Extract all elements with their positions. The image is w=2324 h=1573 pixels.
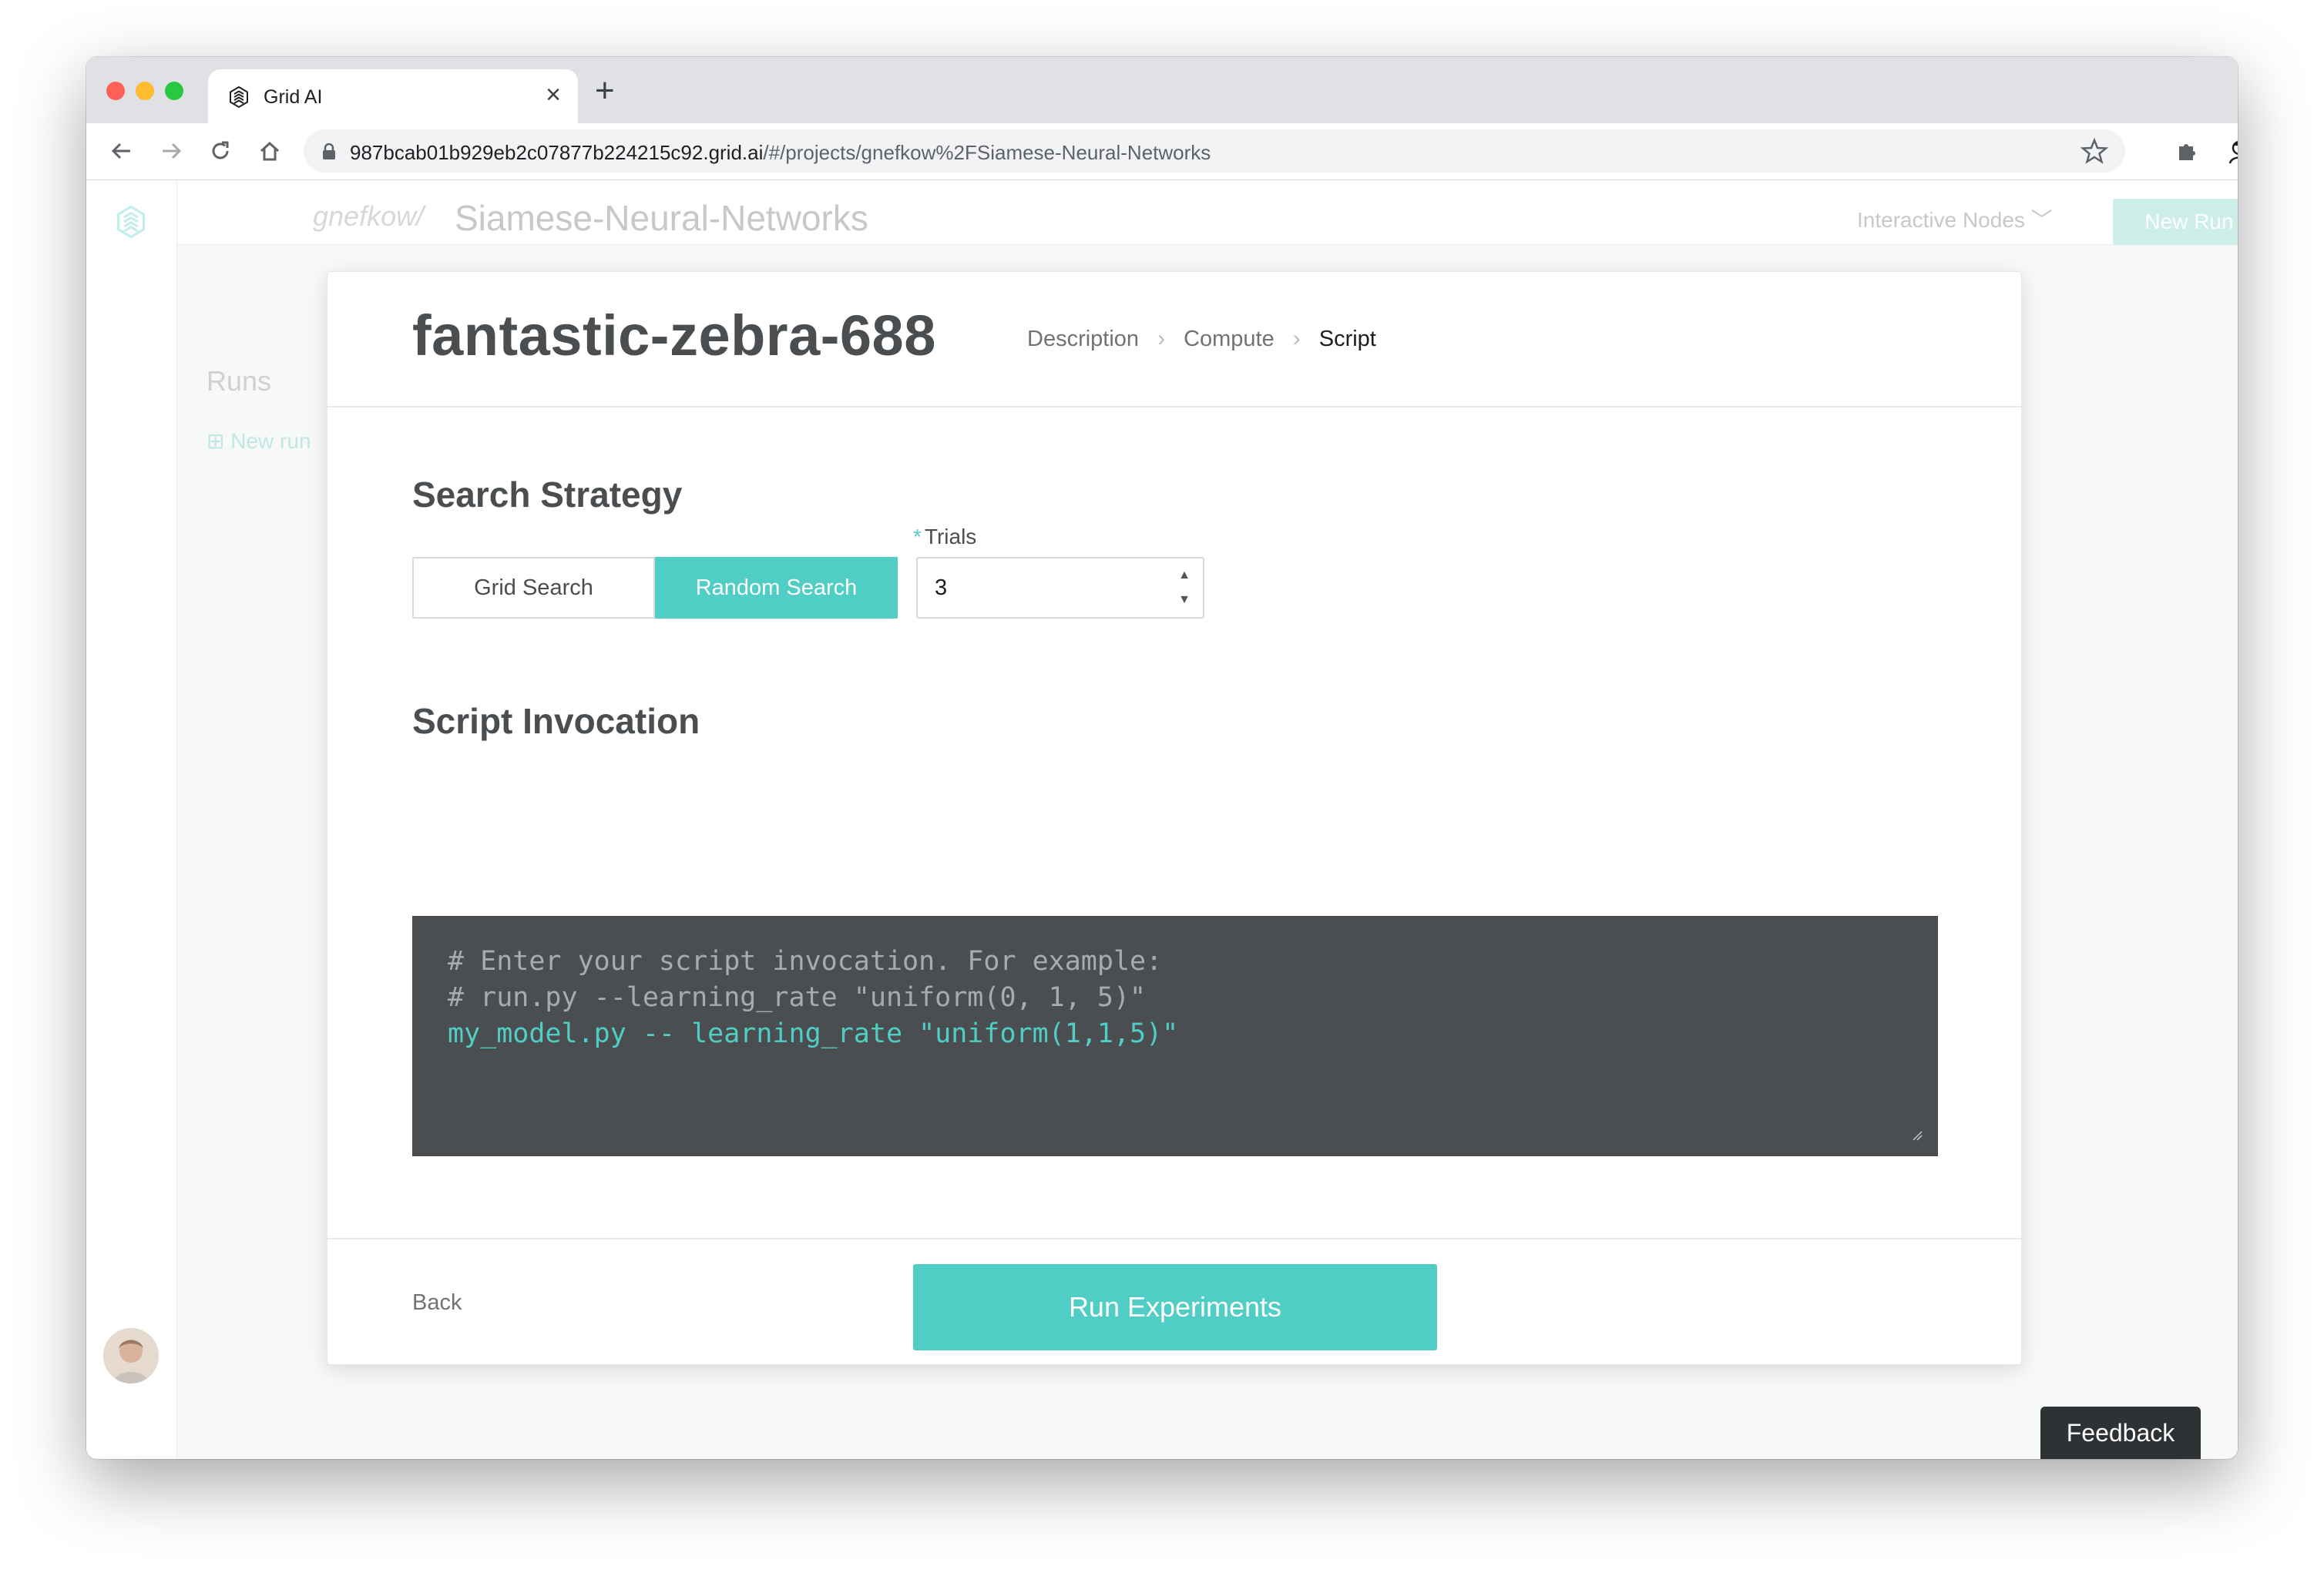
- close-window-button[interactable]: [106, 82, 125, 100]
- plus-square-icon: ⊞: [207, 429, 225, 453]
- forward-arrow-icon[interactable]: [156, 136, 186, 166]
- search-strategy-toggle: Grid Search Random Search: [412, 557, 898, 619]
- run-experiments-button[interactable]: Run Experiments: [913, 1264, 1437, 1350]
- code-comment-line: # Enter your script invocation. For exam…: [448, 946, 1163, 977]
- search-strategy-title: Search Strategy: [412, 475, 683, 515]
- browser-tab[interactable]: Grid AI ×: [208, 69, 578, 123]
- feedback-button[interactable]: Feedback: [2040, 1407, 2201, 1459]
- new-run-button[interactable]: New Run: [2113, 199, 2238, 245]
- trials-number-input[interactable]: 3 ▲ ▼: [916, 557, 1204, 619]
- step-description[interactable]: Description: [1027, 327, 1139, 352]
- code-command-line: my_model.py -- learning_rate "uniform(1,…: [448, 1018, 1179, 1049]
- random-search-button[interactable]: Random Search: [655, 557, 898, 619]
- script-invocation-textarea[interactable]: # Enter your script invocation. For exam…: [412, 916, 1938, 1156]
- profile-avatar-icon[interactable]: [2224, 136, 2238, 166]
- user-avatar[interactable]: [103, 1328, 159, 1384]
- trials-label: * Trials: [913, 525, 977, 548]
- close-tab-icon[interactable]: ×: [546, 82, 561, 108]
- wizard-steps: Description › Compute › Script: [1027, 326, 1376, 352]
- step-script[interactable]: Script: [1319, 327, 1376, 352]
- grid-ai-favicon-icon: [230, 86, 248, 109]
- back-button[interactable]: Back: [412, 1290, 462, 1316]
- decrement-arrow-icon[interactable]: ▼: [1178, 594, 1191, 606]
- resize-handle-icon[interactable]: [1912, 1130, 1923, 1141]
- interactive-nodes-dropdown[interactable]: Interactive Nodes ﹀: [1857, 203, 2053, 234]
- lock-icon: [323, 143, 335, 159]
- extensions-puzzle-icon[interactable]: [2171, 136, 2202, 166]
- run-name-title: fantastic-zebra-688: [412, 304, 936, 367]
- required-asterisk: *: [913, 525, 922, 548]
- url-text: 987bcab01b929eb2c07877b224215c92.grid.ai…: [350, 141, 1211, 164]
- runs-title: Runs: [207, 365, 272, 397]
- code-comment-line: # run.py --learning_rate "uniform(0, 1, …: [448, 982, 1147, 1013]
- trials-value: 3: [935, 575, 948, 600]
- tab-bar: Grid AI × +: [86, 57, 2238, 123]
- back-arrow-icon[interactable]: [106, 136, 137, 166]
- project-title: Siamese-Neural-Networks: [455, 198, 868, 238]
- step-compute[interactable]: Compute: [1184, 327, 1275, 352]
- minimize-window-button[interactable]: [136, 82, 154, 100]
- script-invocation-title: Script Invocation: [412, 701, 700, 741]
- grid-search-button[interactable]: Grid Search: [412, 557, 655, 619]
- modal-footer: Back Run Experiments: [327, 1238, 2021, 1366]
- breadcrumb-user[interactable]: gnefkow/: [313, 200, 424, 233]
- increment-arrow-icon[interactable]: ▲: [1178, 569, 1191, 582]
- page-header: gnefkow/ Siamese-Neural-Networks Interac…: [177, 180, 2238, 245]
- address-bar[interactable]: 987bcab01b929eb2c07877b224215c92.grid.ai…: [304, 129, 2125, 173]
- zoom-window-button[interactable]: [165, 82, 183, 100]
- grid-ai-logo-icon[interactable]: [113, 203, 149, 240]
- chevron-right-icon: ›: [1292, 326, 1301, 351]
- chevron-right-icon: ›: [1157, 326, 1166, 351]
- tab-title: Grid AI: [264, 86, 323, 108]
- sidebar: [86, 180, 177, 1459]
- reload-icon[interactable]: [205, 136, 236, 166]
- new-run-link[interactable]: ⊞ New run: [207, 428, 311, 454]
- new-tab-icon[interactable]: +: [595, 74, 615, 108]
- new-run-modal: fantastic-zebra-688 Description › Comput…: [327, 271, 2022, 1365]
- bookmark-star-icon[interactable]: [2081, 137, 2108, 165]
- chevron-down-icon: ﹀: [2030, 208, 2053, 232]
- modal-header: fantastic-zebra-688 Description › Comput…: [327, 272, 2021, 408]
- home-icon[interactable]: [254, 136, 285, 166]
- browser-toolbar: 987bcab01b929eb2c07877b224215c92.grid.ai…: [86, 123, 2238, 180]
- browser-window: Grid AI × + 987bcab01b929eb2c07877b22421…: [86, 57, 2238, 1459]
